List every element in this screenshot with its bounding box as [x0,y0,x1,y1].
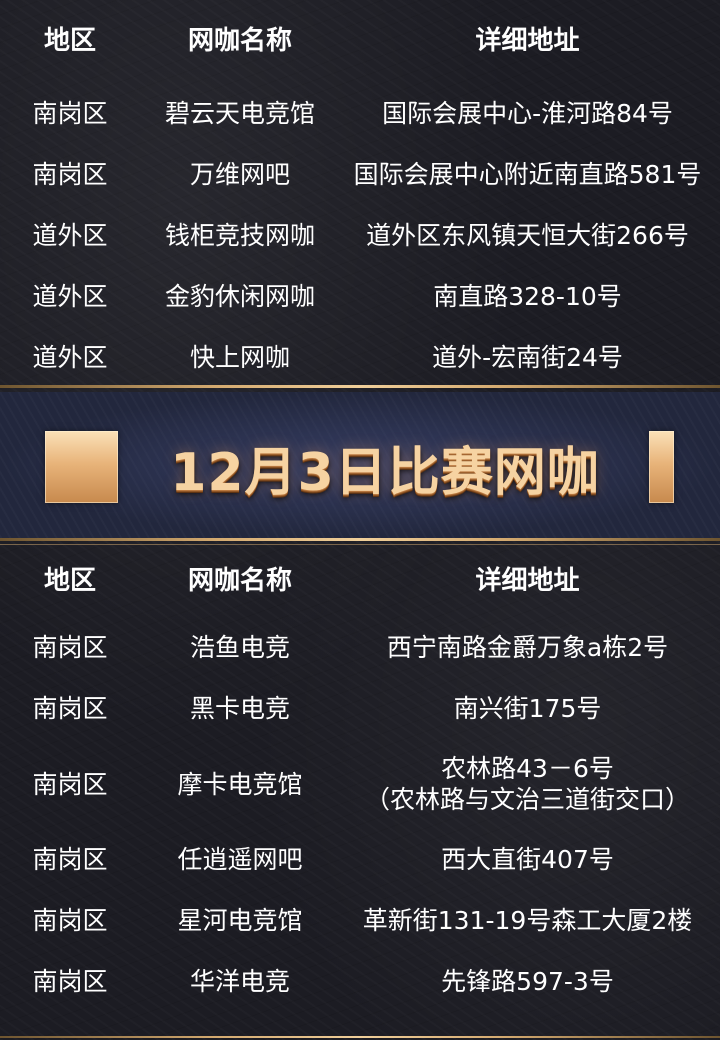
cell-address: 国际会展中心附近南直路581号 [335,144,720,205]
cell-address: 道外区东风镇天恒大街266号 [335,205,720,266]
cell-cafe-name: 华洋电竞 [189,966,290,996]
cell-region: 道外区 [32,342,108,372]
cell-address: 国际会展中心-淮河路84号 [335,82,720,144]
banner-decor-block-left [45,431,118,503]
table-row: 南岗区 任逍遥网吧 西大直街407号 [0,829,720,890]
cell-cafe-name: 任逍遥网吧 [177,845,303,874]
cell-address: 南兴街175号 [335,678,720,739]
page: 地区 网咖名称 详细地址 南岗区 碧云天电竞馆 国际会展中心-淮河路84号 南岗区 万维… [0,0,720,1040]
address-line: 西宁南路金爵万象a栋2号 [386,633,669,662]
cell-region: 南岗区 [32,966,108,996]
table-row: 南岗区 黑卡电竞 南兴街175号 [0,678,720,739]
cell-region: 南岗区 [32,160,108,189]
header-cafe-name: 网咖名称 [187,565,292,596]
cell-address: 先锋路597-3号 [335,951,720,1011]
cell-region: 南岗区 [32,694,108,723]
cell-region: 南岗区 [32,906,108,935]
table-row: 道外区 金豹休闲网咖 南直路328-10号 [0,266,720,327]
cell-cafe-name: 万维网吧 [189,160,290,189]
divider-footer [0,1036,720,1038]
table-row: 道外区 快上网咖 道外-宏南街24号 [0,327,720,387]
cell-address: 南直路328-10号 [335,266,720,327]
divider-top [0,385,720,388]
table-row: 南岗区 浩鱼电竞 西宁南路金爵万象a栋2号 [0,617,720,678]
cell-cafe-name: 摩卡电竞馆 [177,769,303,799]
divider-bottom [0,538,720,541]
cell-region: 南岗区 [32,633,108,662]
cell-cafe-name: 浩鱼电竞 [189,633,290,662]
table-header-row: 地区 网咖名称 详细地址 [0,545,720,617]
internet-cafe-table-1: 地区 网咖名称 详细地址 南岗区 碧云天电竞馆 国际会展中心-淮河路84号 南岗区 万维… [0,0,720,385]
cell-cafe-name: 碧云天电竞馆 [164,98,315,128]
address-line: 西大直街407号 [441,845,614,874]
table-row: 南岗区 摩卡电竞馆 农林路43－6号 （农林路与文治三道街交口） [0,739,720,829]
banner-title: 12月3日比赛网咖 [170,442,600,503]
table-row: 南岗区 星河电竞馆 革新街131-19号森工大厦2楼 [0,890,720,951]
cell-cafe-name: 钱柜竞技网咖 [164,221,315,250]
table-body: 南岗区 碧云天电竞馆 国际会展中心-淮河路84号 南岗区 万维网吧 国际会展中心附近南直路… [0,82,720,387]
address-line: 国际会展中心附近南直路581号 [353,160,702,189]
cell-region: 南岗区 [32,845,108,874]
cell-address: 革新街131-19号森工大厦2楼 [335,890,720,951]
cell-address: 道外-宏南街24号 [335,327,720,387]
cell-region: 道外区 [32,221,108,250]
address-line: 南兴街175号 [453,694,602,723]
internet-cafe-table-2: 地区 网咖名称 详细地址 南岗区 浩鱼电竞 西宁南路金爵万象a栋2号 南岗区 黑卡电竞南… [0,545,720,1040]
table-body: 南岗区 浩鱼电竞 西宁南路金爵万象a栋2号 南岗区 黑卡电竞 南兴街175号 南岗区 摩卡电竞… [0,617,720,1011]
cell-address: 西宁南路金爵万象a栋2号 [335,617,720,678]
cell-address: 西大直街407号 [335,829,720,890]
address-line: （农林路与文治三道街交口） [364,785,690,814]
table-row: 南岗区 碧云天电竞馆 国际会展中心-淮河路84号 [0,82,720,144]
cell-address: 农林路43－6号 （农林路与文治三道街交口） [335,739,720,829]
cell-cafe-name: 快上网咖 [189,342,290,372]
table-row: 南岗区 万维网吧 国际会展中心附近南直路581号 [0,144,720,205]
header-region: 地区 [43,25,96,56]
banner-decor-block-right [649,431,674,503]
cell-cafe-name: 金豹休闲网咖 [164,282,315,311]
address-line: 道外区东风镇天恒大街266号 [366,221,689,250]
table-row: 道外区 钱柜竞技网咖 道外区东风镇天恒大街266号 [0,205,720,266]
address-line: 国际会展中心-淮河路84号 [382,98,673,128]
cell-region: 道外区 [32,282,108,311]
header-address: 详细地址 [475,565,580,596]
cell-cafe-name: 黑卡电竞 [189,694,290,723]
table-header-row: 地区 网咖名称 详细地址 [0,0,720,82]
address-line: 先锋路597-3号 [441,966,614,996]
address-line: 农林路43－6号 [441,754,614,783]
address-line: 道外-宏南街24号 [432,342,623,372]
cell-region: 南岗区 [32,98,108,128]
table-row: 南岗区 华洋电竞 先锋路597-3号 [0,951,720,1011]
header-address: 详细地址 [475,25,580,56]
address-line: 南直路328-10号 [433,282,622,311]
header-cafe-name: 网咖名称 [187,25,292,56]
cell-region: 南岗区 [32,769,108,799]
header-region: 地区 [43,565,96,596]
address-line: 革新街131-19号森工大厦2楼 [362,906,693,935]
cell-cafe-name: 星河电竞馆 [177,906,303,935]
